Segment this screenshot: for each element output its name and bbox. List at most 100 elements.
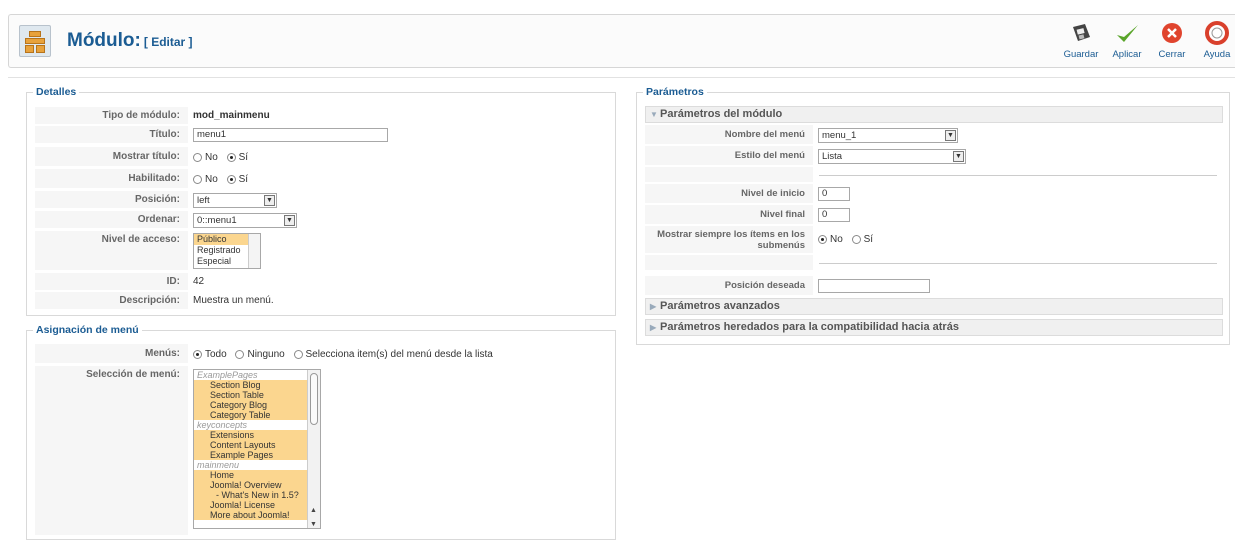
order-label: Ordenar: [137, 214, 180, 225]
menu-assignment-legend: Asignación de menú [33, 324, 142, 336]
menu-group-label[interactable]: keyconcepts [194, 420, 320, 430]
page-title: Módulo:[ Editar ] [67, 30, 193, 51]
menus-label: Menús: [145, 348, 180, 359]
menu-option[interactable]: Joomla! Overview [194, 480, 320, 490]
menu-option[interactable]: More about Joomla! [194, 510, 320, 520]
params-fieldset: Parámetros ▼ Parámetros del módulo Nombre… [636, 86, 1230, 345]
position-select-value: left [197, 195, 210, 206]
description-value: Muestra un menú. [188, 292, 609, 309]
scroll-down-icon[interactable]: ▼ [310, 516, 317, 528]
menu-option[interactable]: Content Layouts [194, 440, 320, 450]
apply-label: Aplicar [1112, 49, 1142, 60]
always-show-no-radio[interactable] [818, 234, 827, 244]
menu-style-select[interactable]: Lista ▼ [818, 149, 966, 164]
menu-name-select[interactable]: menu_1 ▼ [818, 128, 958, 143]
menus-none-radio[interactable] [235, 349, 245, 359]
description-label: Descripción: [119, 295, 180, 306]
chevron-down-icon: ▼ [945, 130, 956, 141]
menus-all-label: Todo [205, 349, 227, 360]
save-icon [1068, 21, 1094, 47]
advanced-params-header[interactable]: ▶ Parámetros avanzados [645, 298, 1223, 315]
menu-assignment-fieldset: Asignación de menú Menús: Todo Ninguno S… [26, 324, 616, 540]
menus-select-radio[interactable] [293, 349, 303, 359]
params-legend: Parámetros [643, 86, 707, 98]
help-label: Ayuda [1203, 49, 1231, 60]
access-label: Nivel de acceso: [101, 234, 180, 245]
menu-name-row: Nombre del menú menu_1 ▼ [645, 125, 1223, 145]
title-label: Título: [149, 129, 180, 140]
scrollbar[interactable]: ▲ ▼ [307, 370, 320, 528]
always-show-yes-label: Sí [863, 234, 874, 245]
menu-style-row: Estilo del menú Lista ▼ [645, 146, 1223, 166]
title-input[interactable]: menu1 [193, 128, 388, 142]
menu-style-label: Estilo del menú [734, 150, 805, 161]
menu-option[interactable]: - What's New in 1.5? [194, 490, 320, 500]
menu-name-value: menu_1 [822, 130, 857, 141]
position-row: Posición: left ▼ [35, 191, 609, 209]
legacy-params-header[interactable]: ▶ Parámetros heredados para la compatibil… [645, 319, 1223, 336]
scrollbar-thumb[interactable] [310, 373, 318, 425]
target-position-label: Posición deseada [724, 280, 805, 291]
menu-option[interactable]: Category Table [194, 410, 320, 420]
start-level-input[interactable]: 0 [818, 187, 850, 201]
spacer-row [645, 255, 1223, 271]
menus-none-label: Ninguno [247, 349, 285, 360]
menu-group-label[interactable]: ExamplePages [194, 370, 320, 380]
module-params-title: Parámetros del módulo [660, 108, 783, 120]
save-button[interactable]: Guardar [1061, 19, 1101, 60]
menu-option[interactable]: Example Pages [194, 450, 320, 460]
chevron-down-icon: ▼ [284, 215, 295, 226]
menu-group-label[interactable]: mainmenu [194, 460, 320, 470]
enabled-no-radio[interactable] [193, 174, 202, 184]
module-manager-icon [19, 25, 51, 57]
chevron-down-icon: ▼ [953, 151, 964, 162]
menu-selection-row: Selección de menú: ExamplePages Section B… [35, 366, 609, 536]
target-position-input[interactable] [818, 279, 930, 293]
menu-selection-listbox[interactable]: ExamplePages Section Blog Section Table Cat… [193, 369, 321, 529]
menu-option[interactable]: Section Blog [194, 380, 320, 390]
page-header: Módulo:[ Editar ] Guardar Aplicar Cerrar… [8, 14, 1235, 68]
start-level-label: Nivel de inicio [741, 188, 805, 199]
end-level-row: Nivel final 0 [645, 205, 1223, 225]
order-select-value: 0::menu1 [197, 215, 237, 226]
apply-button[interactable]: Aplicar [1107, 19, 1147, 60]
menu-option[interactable]: Section Table [194, 390, 320, 400]
always-show-no-label: No [830, 234, 843, 245]
menu-name-label: Nombre del menú [724, 129, 805, 140]
start-level-row: Nivel de inicio 0 [645, 184, 1223, 204]
enabled-label: Habilitado: [128, 173, 180, 184]
triangle-right-icon: ▶ [650, 323, 657, 332]
title-row: Título: menu1 [35, 126, 609, 144]
details-fieldset: Detalles Tipo de módulo: mod_mainmenu Tí… [26, 86, 616, 316]
menu-option[interactable]: Joomla! License [194, 500, 320, 510]
show-title-yes-radio[interactable] [226, 152, 236, 162]
access-listbox[interactable]: Público Registrado Especial [193, 233, 261, 269]
menu-option[interactable]: Home [194, 470, 320, 480]
menus-all-radio[interactable] [193, 349, 202, 359]
always-show-label: Mostrar siempre los ítems en los submenú… [657, 229, 805, 251]
menu-option[interactable]: Category Blog [194, 400, 320, 410]
menu-option[interactable]: Extensions [194, 430, 320, 440]
close-label: Cerrar [1158, 49, 1186, 60]
spacer-row [645, 167, 1223, 183]
module-type-row: Tipo de módulo: mod_mainmenu [35, 107, 609, 125]
show-title-no-radio[interactable] [193, 152, 202, 162]
help-button[interactable]: Ayuda [1197, 19, 1235, 60]
module-params-header[interactable]: ▼ Parámetros del módulo [645, 106, 1223, 123]
triangle-right-icon: ▶ [650, 302, 657, 311]
save-label: Guardar [1063, 49, 1099, 60]
order-select[interactable]: 0::menu1 ▼ [193, 213, 297, 228]
position-select[interactable]: left ▼ [193, 193, 277, 208]
menus-row: Menús: Todo Ninguno Selecciona item(s) d… [35, 344, 609, 364]
access-row: Nivel de acceso: Público Registrado Espe… [35, 231, 609, 271]
triangle-down-icon: ▼ [650, 110, 658, 119]
legacy-params-title: Parámetros heredados para la compatibili… [660, 321, 959, 333]
close-button[interactable]: Cerrar [1152, 19, 1192, 60]
enabled-yes-radio[interactable] [226, 174, 236, 184]
show-title-yes-label: Sí [238, 152, 249, 163]
always-show-row: Mostrar siempre los ítems en los submenú… [645, 226, 1223, 254]
chevron-down-icon: ▼ [264, 195, 275, 206]
always-show-yes-radio[interactable] [851, 234, 861, 244]
end-level-input[interactable]: 0 [818, 208, 850, 222]
details-legend: Detalles [33, 86, 80, 98]
